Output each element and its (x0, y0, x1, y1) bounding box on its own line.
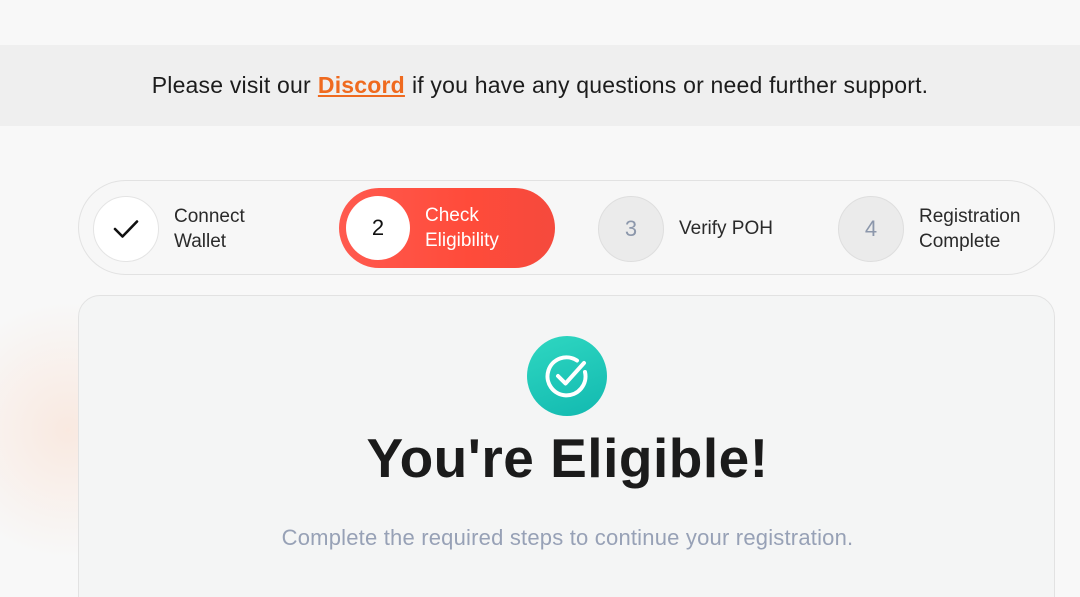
step-verify-poh: 3 Verify POH (598, 181, 809, 276)
step-4-label-line2: Complete (919, 230, 1001, 252)
step-2-label: Check Eligibility (425, 203, 555, 253)
step-2-circle: 2 (346, 196, 410, 260)
step-1-label-line2: Wallet (174, 230, 227, 252)
step-check-eligibility: 2 Check Eligibility (339, 188, 555, 268)
step-4-circle: 4 (838, 195, 904, 262)
support-notice-banner: Please visit our Discord if you have any… (0, 45, 1080, 126)
eligibility-card: You're Eligible! Complete the required s… (78, 295, 1055, 597)
step-4-label-line1: Registration (919, 205, 1021, 227)
step-2-label-line2: Eligibility (425, 230, 499, 251)
checkmark-icon (113, 219, 139, 238)
step-registration-complete: 4 Registration Complete (838, 181, 1049, 276)
page: Please visit our Discord if you have any… (0, 0, 1080, 597)
notice-prefix: Please visit our (151, 72, 311, 98)
step-3-circle: 3 (598, 195, 664, 262)
step-connect-wallet: Connect Wallet (93, 181, 304, 276)
step-3-label-line1: Verify POH (679, 218, 773, 239)
step-2-label-line1: Check (425, 205, 479, 226)
eligibility-title: You're Eligible! (366, 427, 769, 489)
step-1-circle (93, 195, 159, 262)
step-4-label: Registration Complete (919, 204, 1049, 254)
check-circle-icon (545, 355, 588, 398)
step-3-label: Verify POH (679, 216, 809, 241)
step-1-label: Connect Wallet (174, 204, 304, 254)
registration-stepper: Connect Wallet 2 Check Eligibility 3 Ver… (78, 180, 1055, 275)
eligibility-subtitle: Complete the required steps to continue … (281, 525, 854, 550)
notice-suffix: if you have any questions or need furthe… (411, 72, 929, 98)
discord-link[interactable]: Discord (318, 72, 405, 99)
success-badge (527, 336, 607, 416)
step-1-label-line1: Connect (174, 205, 245, 227)
